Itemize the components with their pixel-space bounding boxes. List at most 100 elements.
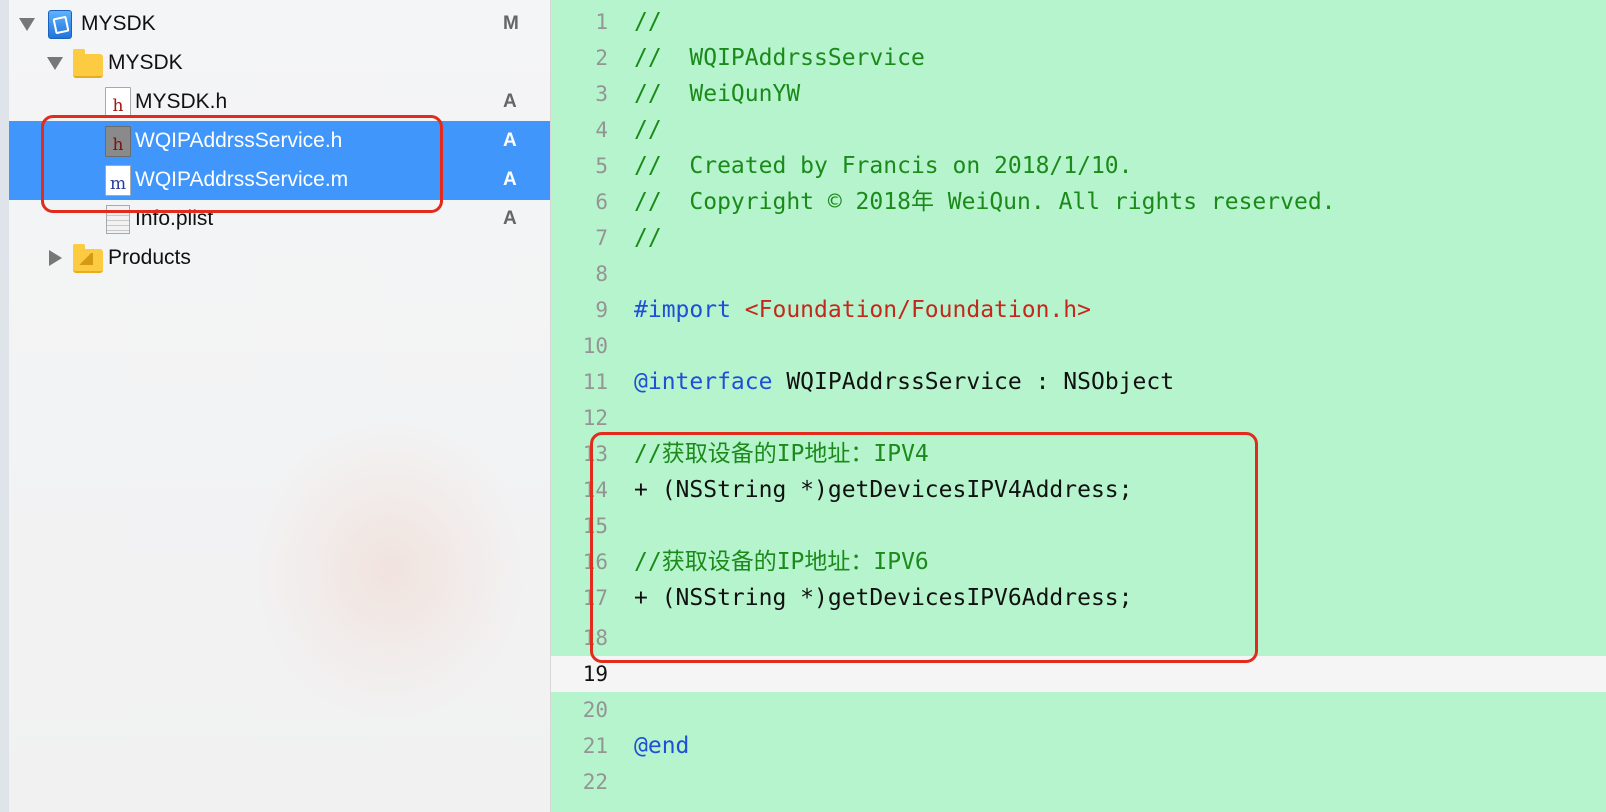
- code-text: //获取设备的IP地址：IPV6: [634, 544, 929, 580]
- line-number: 8: [595, 262, 608, 286]
- line-number: 15: [582, 514, 608, 538]
- source-control-badge: A: [503, 208, 517, 229]
- line-number: 6: [595, 190, 608, 214]
- code-line[interactable]: 20: [551, 692, 1606, 728]
- code-token-plain: + (NSString *)getDevicesIPV6Address;: [634, 585, 1133, 611]
- code-line[interactable]: 16 //获取设备的IP地址：IPV6: [551, 544, 1606, 580]
- code-token-comment: //获取设备的IP地址：IPV6: [634, 549, 929, 575]
- code-text: // WeiQunYW: [634, 76, 800, 112]
- nav-item-label: WQIPAddrssService.h: [135, 129, 343, 152]
- code-text: //: [634, 112, 662, 148]
- line-number: 22: [582, 770, 608, 794]
- nav-item-label: MYSDK.h: [135, 90, 228, 113]
- code-token-comment: //: [634, 225, 662, 251]
- line-number: 2: [595, 46, 608, 70]
- disclosure-down-icon[interactable]: [47, 57, 63, 70]
- nav-item-label: MYSDK: [81, 12, 156, 35]
- line-number: 14: [582, 478, 608, 502]
- implementation-file-icon: m: [105, 165, 131, 196]
- nav-item-label: Products: [108, 246, 191, 269]
- source-control-badge: A: [503, 91, 517, 112]
- code-line[interactable]: 18: [551, 620, 1606, 656]
- line-number: 9: [595, 298, 608, 322]
- code-token-comment: // WQIPAddrssService: [634, 45, 925, 71]
- code-text: @end: [634, 728, 689, 764]
- code-line[interactable]: 1 //: [551, 4, 1606, 40]
- code-text: + (NSString *)getDevicesIPV4Address;: [634, 472, 1133, 508]
- line-number: 13: [582, 442, 608, 466]
- line-number: 1: [595, 10, 608, 34]
- code-token-keyword: @end: [634, 733, 690, 759]
- code-text: //: [634, 4, 662, 40]
- code-line[interactable]: 8: [551, 256, 1606, 292]
- line-number: 18: [582, 626, 608, 650]
- code-text: // Created by Francis on 2018/1/10.: [634, 148, 1133, 184]
- code-line[interactable]: 7 //: [551, 220, 1606, 256]
- line-number: 21: [582, 734, 608, 758]
- line-number: 10: [582, 334, 608, 358]
- code-token-comment: //: [634, 9, 662, 35]
- xcode-project-icon: [48, 10, 72, 39]
- nav-item-info-plist[interactable]: Info.plist A: [9, 199, 550, 239]
- code-token-keyword: #import: [634, 297, 731, 323]
- code-line[interactable]: 11 @interface WQIPAddrssService : NSObjec…: [551, 364, 1606, 400]
- code-line[interactable]: 19: [551, 656, 1606, 692]
- line-number: 4: [595, 118, 608, 142]
- code-token-plain: WQIPAddrssService : NSObject: [772, 369, 1175, 395]
- code-line[interactable]: 17 + (NSString *)getDevicesIPV6Address;: [551, 580, 1606, 616]
- code-editor[interactable]: 1 // 2 // WQIPAddrssService 3 // WeiQunYW 4 // 5…: [551, 0, 1606, 812]
- code-line[interactable]: 4 //: [551, 112, 1606, 148]
- nav-item-mysdk-h[interactable]: h MYSDK.h A: [9, 82, 550, 122]
- code-text: + (NSString *)getDevicesIPV6Address;: [634, 580, 1133, 616]
- line-number: 12: [582, 406, 608, 430]
- folder-icon: [73, 49, 103, 78]
- nav-item-label: MYSDK: [108, 51, 183, 74]
- folder-icon: [73, 244, 103, 273]
- code-line[interactable]: 5 // Created by Francis on 2018/1/10.: [551, 148, 1606, 184]
- nav-item-label: Info.plist: [135, 207, 214, 230]
- navigator-edge: [0, 0, 9, 812]
- code-line[interactable]: 9 #import <Foundation/Foundation.h>: [551, 292, 1606, 328]
- nav-item-wqipaddrssservice-h[interactable]: h WQIPAddrssService.h A: [9, 121, 550, 161]
- source-control-badge: A: [503, 130, 517, 151]
- line-number: 17: [582, 586, 608, 610]
- line-number: 19: [582, 662, 608, 686]
- code-token-comment: // WeiQunYW: [634, 81, 801, 107]
- disclosure-down-icon[interactable]: [19, 18, 35, 31]
- code-line[interactable]: 12: [551, 400, 1606, 436]
- code-text: #import <Foundation/Foundation.h>: [634, 292, 1091, 328]
- line-number: 20: [582, 698, 608, 722]
- code-line[interactable]: 6 // Copyright © 2018年 WeiQun. All rights…: [551, 184, 1606, 220]
- code-line[interactable]: 3 // WeiQunYW: [551, 76, 1606, 112]
- code-text: // Copyright © 2018年 WeiQun. All rights …: [634, 184, 1336, 220]
- code-line[interactable]: 22: [551, 764, 1606, 800]
- code-line[interactable]: 2 // WQIPAddrssService: [551, 40, 1606, 76]
- header-file-icon: h: [105, 126, 131, 157]
- plist-file-icon: [106, 205, 130, 234]
- disclosure-right-icon[interactable]: [49, 250, 62, 266]
- nav-item-wqipaddrssservice-m[interactable]: m WQIPAddrssService.m A: [9, 160, 550, 200]
- project-navigator: MYSDK M MYSDK h MYSDK.h A h WQIPAddrssSe…: [0, 0, 551, 812]
- nav-item-project-mysdk[interactable]: MYSDK M: [9, 4, 550, 44]
- nav-item-products[interactable]: Products: [9, 238, 550, 278]
- source-control-badge: A: [503, 169, 517, 190]
- code-token-comment: //获取设备的IP地址：IPV4: [634, 441, 929, 467]
- code-token-plain: + (NSString *)getDevicesIPV4Address;: [634, 477, 1133, 503]
- code-token-keyword: @interface: [634, 369, 773, 395]
- code-text: //获取设备的IP地址：IPV4: [634, 436, 929, 472]
- code-token-comment: // Copyright © 2018年 WeiQun. All rights …: [634, 189, 1336, 215]
- code-token-string: <Foundation/Foundation.h>: [744, 297, 1091, 323]
- nav-item-group-mysdk[interactable]: MYSDK: [9, 43, 550, 83]
- source-control-badge: M: [503, 13, 519, 34]
- line-number: 16: [582, 550, 608, 574]
- code-text: //: [634, 220, 662, 256]
- nav-item-label: WQIPAddrssService.m: [135, 168, 349, 191]
- code-line[interactable]: 10: [551, 328, 1606, 364]
- line-number: 11: [582, 370, 608, 394]
- line-number: 3: [595, 82, 608, 106]
- code-line[interactable]: 14 + (NSString *)getDevicesIPV4Address;: [551, 472, 1606, 508]
- code-line[interactable]: 21 @end: [551, 728, 1606, 764]
- code-line[interactable]: 15: [551, 508, 1606, 544]
- code-line[interactable]: 13 //获取设备的IP地址：IPV4: [551, 436, 1606, 472]
